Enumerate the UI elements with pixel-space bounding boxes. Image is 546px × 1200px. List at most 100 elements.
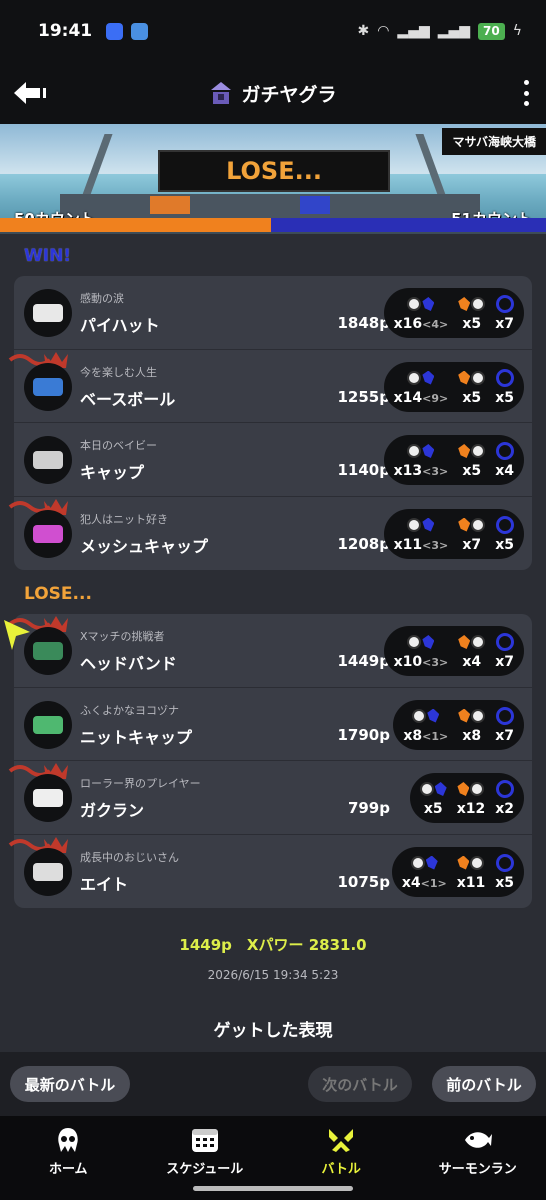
death-icon bbox=[470, 855, 485, 870]
splat-icon bbox=[458, 635, 471, 649]
kill-stat: x5 bbox=[419, 779, 447, 817]
player-row[interactable]: 成長中のおじいさん エイト 1075p x4<1> x11 x5 bbox=[8, 835, 532, 909]
splat-icon bbox=[458, 297, 471, 311]
special-weapon-icon bbox=[495, 368, 514, 387]
kill-stat: x16<4> bbox=[393, 294, 449, 332]
kill-count: x13 bbox=[393, 463, 423, 479]
special-stat: x5 bbox=[495, 515, 514, 553]
player-row[interactable]: 本日のベイビー キャップ 1140p x13<3> x5 x4 bbox=[14, 423, 532, 497]
battery-icon: 70 bbox=[478, 22, 505, 40]
power-summary: 1449p Xパワー 2831.0 bbox=[179, 936, 367, 954]
assist-count: <1> bbox=[422, 729, 449, 743]
kill-stat: x4<1> bbox=[402, 853, 447, 891]
kill-icon bbox=[407, 444, 422, 458]
player-row[interactable]: 感動の涙 パイハット 1848p x16<4> x5 x7 bbox=[14, 276, 532, 350]
weapon-icon bbox=[24, 774, 72, 822]
special-weapon-icon bbox=[495, 295, 514, 313]
player-name: パイハット bbox=[80, 316, 160, 335]
assist-count: <4> bbox=[422, 318, 449, 331]
player-stats: x13<3> x5 x4 bbox=[383, 435, 524, 485]
tab-battle-label: バトル bbox=[321, 1162, 361, 1177]
tab-salmon[interactable]: サーモンラン bbox=[410, 1116, 546, 1200]
death-stat: x11 bbox=[456, 853, 486, 891]
special-stat: x7 bbox=[495, 706, 514, 744]
player-stats: x5 x12 x2 bbox=[409, 773, 524, 823]
special-stat: x7 bbox=[495, 632, 514, 670]
wifi-icon: ◠ bbox=[377, 23, 390, 39]
kill-icon bbox=[407, 517, 422, 532]
assist-count: <3> bbox=[422, 656, 449, 669]
kill-icon bbox=[419, 782, 434, 796]
death-icon bbox=[470, 782, 485, 796]
signal-icon-2: ▂▄▆ bbox=[437, 23, 471, 39]
more-vert-icon[interactable] bbox=[522, 80, 530, 106]
player-row[interactable]: 今を楽しむ人生 ベースボール 1255p x14<9> x5 x5 bbox=[8, 350, 532, 423]
death-count: x11 bbox=[456, 874, 486, 891]
latest-battle-button[interactable]: 最新のバトル bbox=[10, 1066, 130, 1102]
death-icon bbox=[471, 517, 486, 532]
kill-count: x16 bbox=[393, 316, 423, 332]
player-row[interactable]: ローラー界のプレイヤー ガクラン 799p x5 x12 x2 bbox=[8, 761, 532, 835]
weapon-icon bbox=[24, 509, 72, 558]
player-stats: x8<1> x8 x7 bbox=[393, 699, 524, 750]
player-title: 犯人はニット好き bbox=[80, 512, 168, 526]
player-stats: x4<1> x11 x5 bbox=[391, 846, 524, 897]
player-points: 1790p bbox=[337, 725, 391, 744]
lose-label: LOSE... bbox=[24, 584, 92, 604]
tower-icon bbox=[211, 82, 232, 104]
win-team: 感動の涙 パイハット 1848p x16<4> x5 x7 今を楽しむ人生 ベースボール 125… bbox=[8, 276, 532, 571]
special-weapon-icon bbox=[495, 853, 514, 872]
death-icon bbox=[471, 708, 486, 723]
kill-count: x14 bbox=[393, 389, 423, 406]
death-count: x12 bbox=[456, 801, 486, 817]
next-battle-button[interactable]: 次のバトル bbox=[308, 1066, 412, 1102]
player-row[interactable]: Xマッチの挑戦者 ヘッドバンド 1449p x10<3> x4 x7 bbox=[8, 614, 532, 688]
kill-icon bbox=[407, 635, 422, 649]
status-icons: ✱ ◠ ▂▄▆ ▂▄▆ 70 ϟ bbox=[357, 22, 522, 40]
player-row[interactable]: 犯人はニット好き メッシュキャップ 1208p x11<3> x7 x5 bbox=[8, 497, 532, 571]
player-points: 799p bbox=[347, 799, 390, 817]
death-icon bbox=[471, 370, 486, 385]
player-row[interactable]: ふくよかなヨコヅナ ニットキャップ 1790p x8<1> x8 x7 bbox=[14, 688, 532, 761]
death-icon bbox=[471, 297, 486, 311]
prev-battle-button[interactable]: 前のバトル bbox=[432, 1066, 536, 1102]
player-stats: x10<3> x4 x7 bbox=[383, 626, 524, 676]
player-title: 成長中のおじいさん bbox=[80, 850, 179, 864]
special-stat: x4 bbox=[495, 441, 514, 479]
app-notification-icon bbox=[106, 22, 124, 40]
kill-stat: x11<3> bbox=[393, 515, 449, 553]
weapon-icon bbox=[24, 289, 72, 337]
player-title: ふくよかなヨコヅナ bbox=[80, 703, 179, 717]
death-stat: x5 bbox=[458, 441, 486, 479]
assist-count: <3> bbox=[422, 538, 449, 552]
squid-icon bbox=[58, 1128, 78, 1152]
special-count: x5 bbox=[495, 874, 514, 891]
death-stat: x5 bbox=[458, 368, 486, 406]
player-points: 1449p bbox=[337, 652, 391, 670]
splat-icon bbox=[422, 635, 435, 649]
special-count: x7 bbox=[495, 316, 514, 332]
tab-salmon-label: サーモンラン bbox=[438, 1162, 517, 1177]
player-points: 1075p bbox=[337, 872, 391, 891]
kill-stat: x10<3> bbox=[394, 632, 449, 670]
tab-home-label: ホーム bbox=[48, 1162, 88, 1177]
special-weapon-icon bbox=[495, 442, 514, 460]
death-stat: x5 bbox=[458, 294, 486, 332]
special-stat: x5 bbox=[495, 853, 514, 891]
kill-icon bbox=[407, 297, 422, 311]
count-bar bbox=[0, 218, 546, 232]
kill-count: x11 bbox=[393, 536, 423, 553]
player-name: キャップ bbox=[80, 463, 145, 482]
tab-home[interactable]: ホーム bbox=[0, 1116, 137, 1200]
special-stat: x7 bbox=[495, 294, 514, 332]
splat-icon bbox=[422, 297, 435, 311]
assist-count: <9> bbox=[422, 391, 449, 405]
calendar-icon bbox=[191, 1129, 218, 1152]
gear-title: ゲットした表現 bbox=[213, 1021, 333, 1041]
home-indicator bbox=[193, 1186, 353, 1191]
splat-icon bbox=[457, 855, 470, 870]
back-arrow-icon[interactable] bbox=[12, 78, 50, 108]
mode-header: ガチヤグラ bbox=[209, 80, 337, 107]
death-count: x5 bbox=[462, 316, 482, 332]
special-count: x7 bbox=[495, 654, 514, 670]
